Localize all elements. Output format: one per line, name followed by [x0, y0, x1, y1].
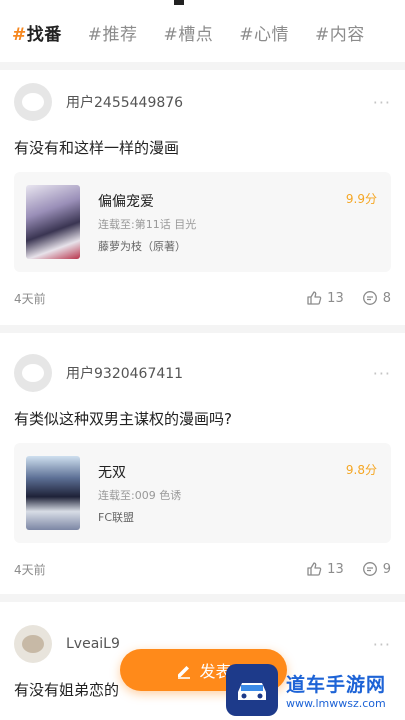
tab-hash: #	[12, 24, 27, 45]
comic-author: FC联盟	[98, 511, 135, 524]
more-icon[interactable]: ···	[373, 93, 391, 112]
tab-hash: #	[315, 24, 330, 45]
comment-button[interactable]: 9	[362, 561, 391, 577]
post-question[interactable]: 有没有和这样一样的漫画	[14, 137, 179, 158]
tab-recommend[interactable]: #推荐	[88, 20, 138, 45]
status-notch	[174, 0, 184, 5]
tab-hash: #	[87, 24, 103, 45]
comment-button[interactable]: 8	[362, 290, 391, 306]
tab-label: 槽点	[178, 24, 214, 45]
comic-author: 藤萝为枝（原著）	[98, 240, 186, 253]
comic-score: 9.9分	[345, 192, 377, 206]
section-divider	[0, 594, 405, 602]
tab-label: 推荐	[102, 24, 138, 45]
tab-label: 内容	[329, 24, 365, 45]
comic-card[interactable]: 无双 连载至:009 色诱 FC联盟 9.8分	[14, 443, 391, 543]
comic-cover	[26, 185, 80, 259]
post-meta: 4天前 13 8	[14, 288, 391, 308]
username[interactable]: 用户2455449876	[66, 92, 183, 112]
thumb-up-icon	[307, 291, 322, 305]
post-header: 用户9320467411 ···	[14, 353, 391, 393]
comment-icon	[362, 291, 377, 305]
pen-icon	[178, 666, 191, 679]
watermark-title: 道车手游网	[286, 674, 387, 696]
comic-progress: 连载至:009 色诱	[98, 489, 182, 502]
tab-content[interactable]: #内容	[315, 20, 365, 45]
comment-icon	[362, 562, 377, 576]
comic-score: 9.8分	[345, 463, 377, 477]
comic-title: 无双	[98, 465, 126, 481]
tab-hash: #	[163, 24, 179, 45]
watermark-url: www.lmwwsz.com	[286, 697, 386, 710]
username[interactable]: 用户9320467411	[66, 363, 183, 383]
avatar[interactable]	[14, 83, 52, 121]
username[interactable]: LveaiL9	[66, 636, 120, 652]
like-button[interactable]: 13	[306, 561, 344, 577]
tab-label: 找番	[26, 24, 62, 45]
post-header: 用户2455449876 ···	[14, 82, 391, 122]
post-question[interactable]: 有没有姐弟恋的	[14, 679, 119, 700]
tab-complaints[interactable]: #槽点	[164, 20, 214, 45]
comic-title: 偏偏宠爱	[98, 194, 154, 210]
avatar[interactable]	[14, 354, 52, 392]
comic-progress: 连载至:第11话 目光	[98, 218, 197, 231]
watermark: 道车手游网 www.lmwwsz.com	[226, 660, 405, 720]
like-count: 13	[327, 290, 344, 306]
more-icon[interactable]: ···	[373, 635, 391, 654]
like-count: 13	[327, 561, 344, 577]
post-time: 4天前	[14, 291, 46, 306]
post-meta: 4天前 13 9	[14, 559, 391, 579]
category-tabs: #找番 #推荐 #槽点 #心情 #内容	[12, 18, 393, 46]
post-time: 4天前	[14, 562, 46, 577]
comic-cover	[26, 456, 80, 530]
tab-hash: #	[239, 24, 254, 45]
tab-find-anime[interactable]: #找番	[12, 20, 62, 45]
more-icon[interactable]: ···	[373, 364, 391, 383]
avatar[interactable]	[14, 625, 52, 663]
like-button[interactable]: 13	[306, 290, 344, 306]
post-question[interactable]: 有类似这种双男主谋权的漫画吗?	[14, 408, 232, 429]
comic-card[interactable]: 偏偏宠爱 连载至:第11话 目光 藤萝为枝（原著） 9.9分	[14, 172, 391, 272]
car-logo-icon	[226, 664, 278, 716]
comment-count: 8	[382, 290, 391, 306]
section-divider	[0, 325, 405, 333]
thumb-up-icon	[307, 562, 322, 576]
comment-count: 9	[382, 561, 391, 577]
section-divider	[0, 62, 405, 70]
tab-label: 心情	[254, 24, 289, 45]
tab-mood[interactable]: #心情	[239, 20, 289, 45]
